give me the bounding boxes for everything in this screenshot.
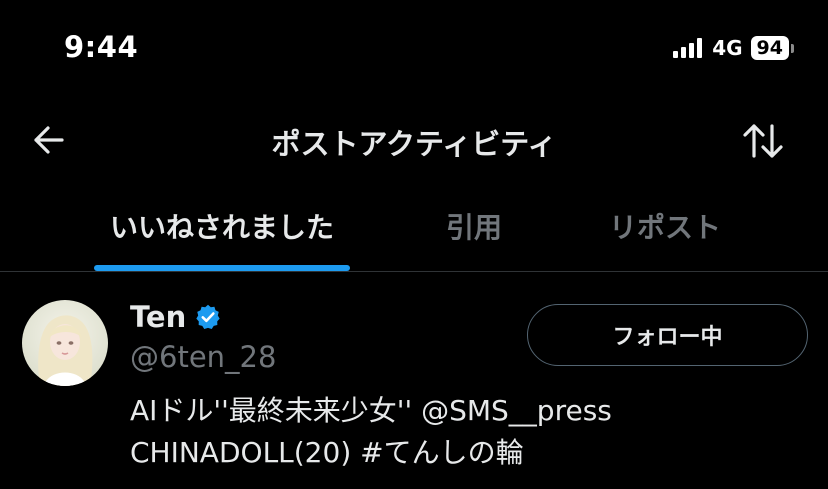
sort-arrows-icon: [743, 124, 783, 158]
activity-tabs: いいねされました 引用 リポスト: [0, 180, 828, 272]
battery-icon: 94: [750, 36, 794, 60]
status-indicators: 4G 94: [673, 36, 794, 60]
sort-button[interactable]: [740, 118, 786, 164]
display-name-row[interactable]: Ten: [130, 300, 222, 334]
bio-line-1: AIドル''最終未来少女'' @SMS__press: [130, 394, 612, 427]
bio-line-2: CHINADOLL(20) #てんしの輪: [130, 436, 524, 469]
display-name: Ten: [130, 300, 187, 334]
avatar-image: [22, 300, 108, 386]
tabs-divider: [0, 271, 828, 272]
tab-quotes-label: 引用: [445, 211, 502, 244]
tab-reposts[interactable]: リポスト: [585, 180, 745, 272]
tab-likes[interactable]: いいねされました: [94, 180, 350, 272]
user-bio: AIドル''最終未来少女'' @SMS__press CHINADOLL(20)…: [130, 390, 612, 474]
tab-reposts-label: リポスト: [608, 211, 721, 244]
verified-badge-icon: [196, 304, 220, 330]
tab-quotes[interactable]: 引用: [400, 180, 548, 272]
battery-tip: [791, 43, 794, 53]
signal-icon: [673, 38, 703, 58]
avatar[interactable]: [22, 300, 108, 386]
status-time: 9:44: [64, 30, 139, 64]
following-button[interactable]: フォロー中: [527, 304, 808, 366]
username[interactable]: @6ten_28: [130, 340, 276, 374]
battery-level: 94: [750, 36, 789, 60]
page-title: ポストアクティビティ: [271, 127, 557, 161]
network-type: 4G: [712, 36, 743, 60]
tab-likes-label: いいねされました: [109, 211, 334, 244]
